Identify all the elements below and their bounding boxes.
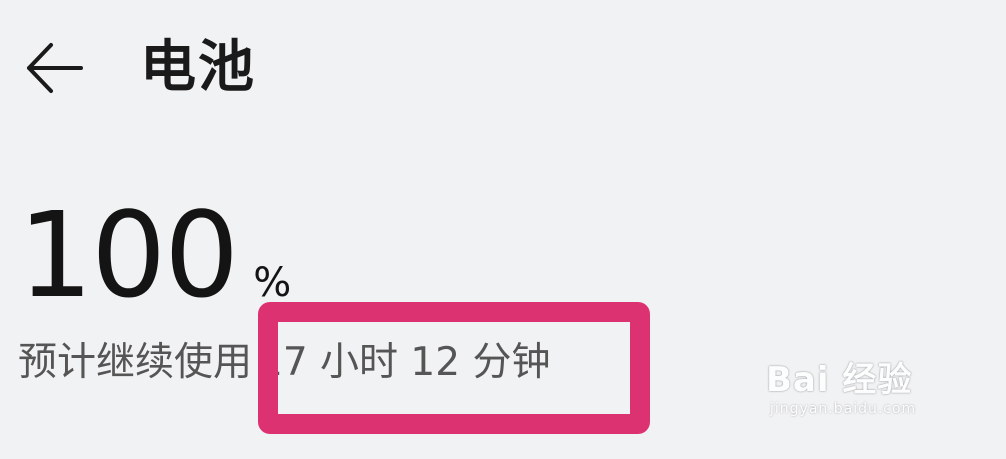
baidu-jingyan-watermark: Bai 经验 jingyan.baidu.com: [766, 352, 956, 442]
remaining-label: 预计继续使用: [18, 340, 253, 385]
app-header: 电池: [0, 0, 1006, 140]
battery-percentage-unit: %: [253, 260, 292, 306]
page-title: 电池: [140, 35, 256, 100]
remaining-time: 17 小时 12 分钟: [258, 340, 551, 385]
back-arrow-icon: [27, 43, 83, 93]
back-button[interactable]: [14, 28, 94, 108]
watermark-brand: Bai 经验: [766, 360, 913, 400]
watermark-logo: Bai 经验: [766, 352, 956, 401]
battery-percentage-value: 100: [18, 186, 239, 324]
remaining-usage-text: 预计继续使用 17 小时 12 分钟: [18, 338, 550, 388]
watermark-url: jingyan.baidu.com: [770, 401, 917, 417]
battery-level: 100 %: [18, 196, 291, 314]
